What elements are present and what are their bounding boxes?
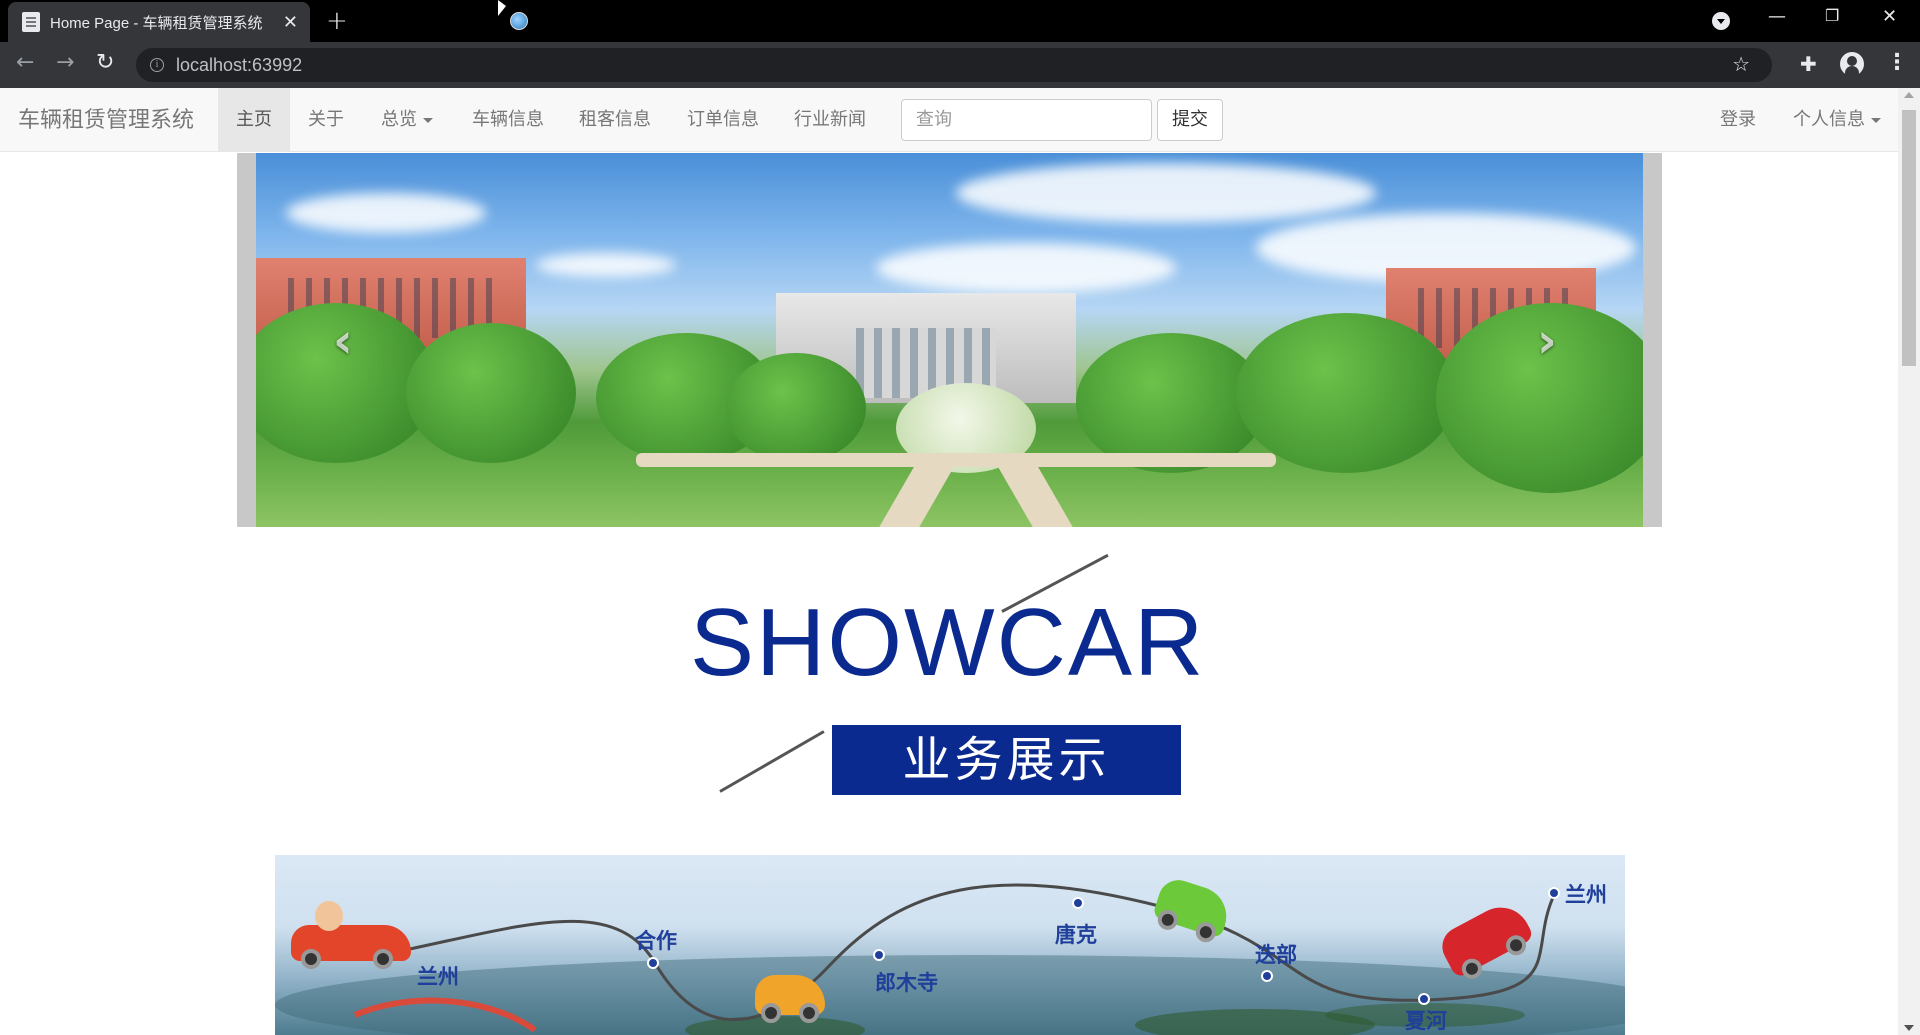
submit-button[interactable]: 提交 xyxy=(1157,99,1223,141)
caret-down-icon xyxy=(423,117,433,123)
profile-icon[interactable] xyxy=(1840,52,1864,76)
nav-login[interactable]: 登录 xyxy=(1702,88,1774,151)
route-banner: 兰州 合作 郎木寺 唐克 迭部 夏河 兰州 xyxy=(275,855,1625,1035)
red-convertible-car xyxy=(291,925,411,969)
nav-home-label: 主页 xyxy=(236,109,272,130)
reload-button[interactable]: ↻ xyxy=(96,50,114,75)
nav-order-info[interactable]: 订单信息 xyxy=(669,88,777,151)
route-stop-label: 合作 xyxy=(635,929,677,953)
carousel-indicator-active[interactable] xyxy=(1179,529,1194,544)
back-button[interactable]: ← xyxy=(16,50,34,75)
nav-profile-dropdown[interactable]: 个人信息 xyxy=(1775,88,1898,151)
nav-vehicle-info[interactable]: 车辆信息 xyxy=(454,88,562,151)
driver-figure xyxy=(315,901,343,931)
route-stop-dot xyxy=(1418,993,1430,1005)
scroll-down-arrow-icon[interactable] xyxy=(1904,1025,1914,1031)
extensions-icon[interactable]: ✚ xyxy=(1800,52,1817,76)
showcar-title: SHOWCAR xyxy=(690,589,1206,696)
browser-titlebar: Home Page - 车辆租赁管理系统 ✕ + — ❐ ✕ xyxy=(0,0,1920,42)
carousel-next-button[interactable]: › xyxy=(1537,313,1557,369)
globe-icon xyxy=(510,12,528,30)
route-stop-dot xyxy=(1261,970,1273,982)
browser-toolbar: ← → ↻ i localhost:63992 ☆ ✚ ⋮ xyxy=(0,42,1920,88)
scroll-up-arrow-icon[interactable] xyxy=(1904,92,1914,98)
route-stop-label: 夏河 xyxy=(1405,1009,1447,1033)
nav-about[interactable]: 关于 xyxy=(290,88,362,151)
search-input[interactable]: 查询 xyxy=(901,99,1152,141)
route-stop-dot xyxy=(1072,897,1084,909)
browser-menu-icon[interactable]: ⋮ xyxy=(1886,50,1908,75)
nav-vehicle-label: 车辆信息 xyxy=(472,109,544,130)
route-stop-label: 郎木寺 xyxy=(875,971,938,995)
media-control-icon[interactable] xyxy=(1712,12,1730,30)
info-icon[interactable]: i xyxy=(150,58,164,72)
forward-button[interactable]: → xyxy=(56,50,74,75)
browser-tab[interactable]: Home Page - 车辆租赁管理系统 ✕ xyxy=(8,2,310,42)
campus-photo xyxy=(256,153,1643,527)
caret-down-icon xyxy=(1871,117,1881,123)
route-stop-label: 迭部 xyxy=(1255,943,1297,967)
tab-title: Home Page - 车辆租赁管理系统 xyxy=(50,14,263,32)
nav-tenant-label: 租客信息 xyxy=(579,109,651,130)
carousel-indicators xyxy=(1159,529,1214,544)
nav-news-label: 行业新闻 xyxy=(794,109,866,130)
nav-login-label: 登录 xyxy=(1720,109,1756,130)
nav-profile-label: 个人信息 xyxy=(1793,109,1865,130)
page-viewport: 车辆租赁管理系统 主页 关于 总览 车辆信息 租客信息 订单信息 行业新闻 查询… xyxy=(0,88,1898,1035)
scroll-thumb[interactable] xyxy=(1902,110,1916,366)
nav-order-label: 订单信息 xyxy=(687,109,759,130)
route-stop-dot xyxy=(1548,887,1560,899)
route-stop-label: 兰州 xyxy=(417,965,459,989)
decorative-slash xyxy=(719,730,825,793)
route-stop-dot xyxy=(647,957,659,969)
page-scrollbar[interactable] xyxy=(1898,88,1920,1035)
nav-overview-label: 总览 xyxy=(381,109,417,130)
route-stop-label: 唐克 xyxy=(1055,923,1097,947)
carousel-prev-button[interactable]: ‹ xyxy=(333,313,353,369)
bookmark-star-icon[interactable]: ☆ xyxy=(1732,52,1750,76)
nav-home[interactable]: 主页 xyxy=(218,88,290,151)
nav-about-label: 关于 xyxy=(308,109,344,130)
new-tab-button[interactable]: + xyxy=(326,6,348,36)
site-navbar: 车辆租赁管理系统 主页 关于 总览 车辆信息 租客信息 订单信息 行业新闻 查询… xyxy=(0,88,1898,152)
showcar-subtitle: 业务展示 xyxy=(832,725,1181,795)
minimize-button[interactable]: — xyxy=(1768,6,1786,27)
showcar-logo: SHOWCAR 业务展示 xyxy=(680,548,1203,808)
site-brand[interactable]: 车辆租赁管理系统 xyxy=(18,88,194,151)
nav-overview-dropdown[interactable]: 总览 xyxy=(363,88,451,151)
image-carousel: ‹ › xyxy=(237,153,1662,544)
page-icon xyxy=(22,12,40,32)
nav-tenant-info[interactable]: 租客信息 xyxy=(561,88,669,151)
mouse-cursor-icon xyxy=(498,0,506,16)
route-stop-label: 兰州 xyxy=(1565,883,1607,907)
url-text: localhost:63992 xyxy=(176,54,303,75)
route-stop-dot xyxy=(873,949,885,961)
carousel-indicator[interactable] xyxy=(1201,530,1214,543)
nav-industry-news[interactable]: 行业新闻 xyxy=(776,88,884,151)
carousel-indicator[interactable] xyxy=(1159,530,1172,543)
address-bar[interactable]: i localhost:63992 ☆ xyxy=(136,48,1772,82)
window-close-button[interactable]: ✕ xyxy=(1882,6,1897,27)
close-icon[interactable]: ✕ xyxy=(283,12,298,33)
restore-button[interactable]: ❐ xyxy=(1825,6,1839,25)
